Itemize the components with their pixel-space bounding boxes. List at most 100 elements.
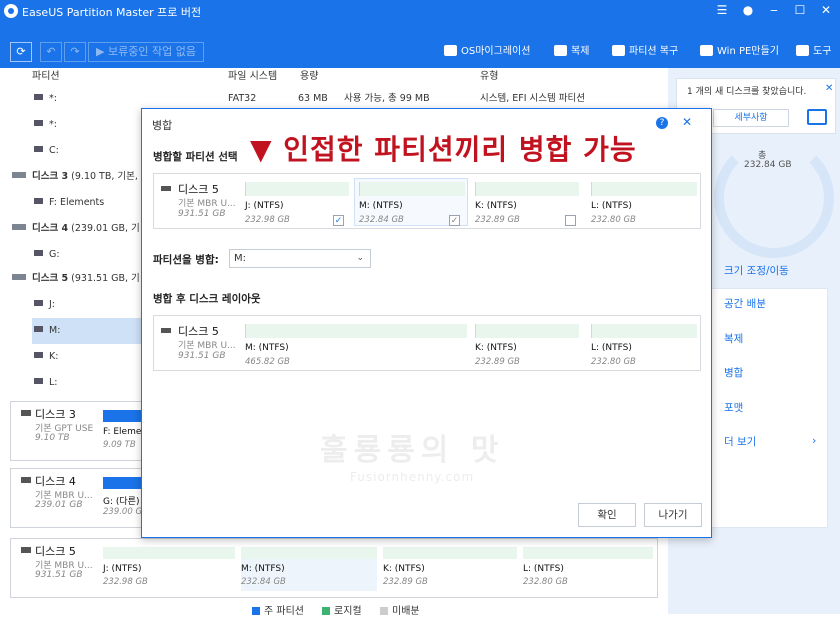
partition-bar	[103, 547, 235, 559]
close-button[interactable]: ✕	[816, 2, 836, 18]
partition-label: M: (NTFS)	[241, 564, 285, 574]
cancel-button[interactable]: 나가기	[644, 503, 702, 527]
details-button[interactable]: 세부사항	[713, 109, 789, 127]
disk-map[interactable]: 디스크 5 기본 MBR U... 931.51 GB J: (NTFS) 23…	[10, 538, 658, 598]
apply-pending-button[interactable]: ▶ 보류중인 작업 없음	[88, 42, 204, 62]
os-migration-label: OS마이그레이션	[461, 46, 531, 57]
partition-size: 232.80 GB	[591, 215, 636, 225]
recovery-icon	[612, 45, 625, 56]
partition-bar	[241, 547, 377, 559]
section-after-layout: 병합 후 디스크 레이아웃	[153, 293, 261, 305]
disk-map-partition[interactable]: J: (NTFS) 232.98 GB	[103, 547, 235, 591]
maximize-button[interactable]: ☐	[790, 2, 810, 18]
migrate-icon	[444, 45, 457, 56]
partition-bar	[245, 324, 467, 338]
col-capacity[interactable]: 용량	[300, 68, 318, 86]
dialog-close-button[interactable]: ✕	[682, 115, 692, 129]
total-size: 232.84 GB	[744, 160, 792, 170]
partition-icon	[34, 352, 43, 358]
merge-checkbox-j[interactable]: ✓	[333, 215, 344, 226]
partition-label: K: (NTFS)	[475, 343, 517, 353]
after-partition-l: L: (NTFS) 232.80 GB	[586, 320, 700, 368]
partition-size: 232.89 GB	[475, 215, 520, 225]
minimize-button[interactable]: ‒	[764, 2, 784, 18]
merge-action[interactable]: 병합	[724, 365, 743, 380]
disk-name: 디스크 4	[32, 223, 69, 234]
disk-map-partition[interactable]: K: (NTFS) 232.89 GB	[383, 547, 517, 591]
disk-info: (239.01 GB, 기	[71, 223, 140, 234]
partition-size: 232.98 GB	[245, 215, 290, 225]
disk-name: 디스크 3	[32, 171, 69, 182]
winpe-button[interactable]: Win PE만들기	[700, 43, 779, 61]
watermark: 훌룡룡의 맛	[320, 433, 505, 468]
partition-label: L: (NTFS)	[591, 201, 632, 211]
menu-icon[interactable]: ☰	[712, 2, 732, 18]
format-action[interactable]: 포맷	[724, 400, 743, 415]
col-filesystem[interactable]: 파일 시스템	[228, 68, 277, 86]
merge-partition-m[interactable]: M: (NTFS) 232.84 GB ✓	[354, 178, 468, 226]
help-icon[interactable]: ?	[656, 117, 668, 129]
legend-unallocated: 미배분	[380, 602, 420, 617]
partition-size: 232.80 GB	[523, 577, 568, 587]
partition-bar	[245, 182, 349, 196]
disk-name: 디스크 5	[32, 273, 69, 284]
disk-map-size: 9.10 TB	[35, 433, 70, 443]
partition-recovery-button[interactable]: 파티션 복구	[612, 43, 678, 61]
disk-map-partition[interactable]: L: (NTFS) 232.80 GB	[523, 547, 653, 591]
clone-label: 복제	[571, 46, 590, 57]
app-title: EaseUS Partition Master 프로 버전	[22, 6, 202, 19]
partition-name: *:	[49, 119, 57, 130]
os-migration-button[interactable]: OS마이그레이션	[444, 43, 530, 61]
merge-partition-j[interactable]: J: (NTFS) 232.98 GB ✓	[240, 178, 352, 226]
col-type[interactable]: 유형	[480, 68, 498, 86]
merge-partition-l[interactable]: L: (NTFS) 232.80 GB	[586, 178, 700, 226]
merge-checkbox-m[interactable]: ✓	[449, 215, 460, 226]
allocate-space-action[interactable]: 공간 배분	[724, 296, 766, 311]
clone-button[interactable]: 복제	[554, 43, 589, 61]
toolbar: ⟳ ↶ ↷ ▶ 보류중인 작업 없음 OS마이그레이션 복제 파티션 복구 Wi…	[0, 36, 840, 68]
merge-select-disk: 디스크 5 기본 MBR U... 931.51 GB J: (NTFS) 23…	[153, 173, 701, 229]
recovery-label: 파티션 복구	[629, 46, 679, 57]
chevron-right-icon[interactable]: ›	[812, 434, 816, 447]
partition-label: J: (NTFS)	[245, 201, 284, 211]
disk-map-size: 931.51 GB	[35, 570, 83, 580]
partition-label: M: (NTFS)	[359, 201, 403, 211]
merge-checkbox-k[interactable]	[565, 215, 576, 226]
partition-label: L: (NTFS)	[523, 564, 564, 574]
partition-bar	[475, 324, 579, 338]
ok-button[interactable]: 확인	[578, 503, 636, 527]
partition-label: L: (NTFS)	[591, 343, 632, 353]
tools-button[interactable]: 도구	[796, 43, 831, 61]
merge-target-select[interactable]: M: ⌄	[229, 249, 371, 268]
partition-size: 232.84 GB	[241, 577, 286, 587]
partition-name: J:	[49, 299, 56, 310]
more-action[interactable]: 더 보기	[724, 434, 756, 449]
undo-icon[interactable]: ↶	[40, 42, 62, 62]
col-partition[interactable]: 파티션	[32, 68, 60, 86]
disk-size: 931.51 GB	[178, 351, 226, 361]
dialog-title: 병합	[152, 119, 173, 132]
notice-count: 1	[687, 87, 693, 97]
watermark-url: Fusiornhenny.com	[350, 470, 475, 484]
legend-primary: 주 파티션	[252, 602, 304, 617]
partition-bar	[523, 547, 653, 559]
tools-icon	[796, 45, 809, 56]
merge-partition-k[interactable]: K: (NTFS) 232.89 GB	[470, 178, 584, 226]
refresh-icon[interactable]: ⟳	[10, 42, 32, 62]
clone-action[interactable]: 복제	[724, 331, 743, 346]
close-icon[interactable]: ✕	[825, 83, 833, 94]
disk-map-name: 디스크 5	[21, 545, 76, 558]
disk-map-partition[interactable]: M: (NTFS) 232.84 GB	[241, 547, 377, 591]
partition-label: M: (NTFS)	[245, 343, 289, 353]
resize-move-action[interactable]: 크기 조정/이동	[724, 263, 789, 278]
help-icon[interactable]: ●	[738, 2, 758, 18]
title-bar: EaseUS Partition Master 프로 버전 ☰ ● ‒ ☐ ✕	[0, 0, 840, 36]
disk-map-name: 디스크 3	[21, 408, 76, 421]
partition-name: G:	[49, 249, 60, 260]
after-partition-m: M: (NTFS) 465.82 GB	[240, 320, 470, 368]
tools-label: 도구	[813, 46, 832, 57]
annotation-caption: ▼ 인접한 파티션끼리 병합 가능	[250, 133, 637, 166]
partition-icon	[34, 146, 43, 152]
partition-icon	[34, 120, 43, 126]
redo-icon[interactable]: ↷	[64, 42, 86, 62]
